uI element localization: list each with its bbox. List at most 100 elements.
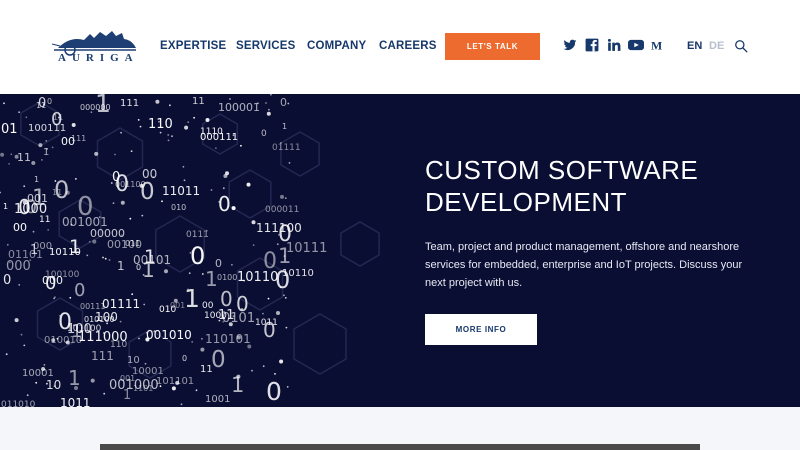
particle-dot (167, 139, 170, 142)
particle-dot (75, 178, 77, 180)
binary-digit: 1 (282, 122, 287, 131)
nav-expertise[interactable]: EXPERTISE (160, 40, 226, 52)
particle-dot (31, 161, 36, 165)
particle-dot (276, 311, 280, 315)
binary-digit: 11 (36, 101, 46, 110)
particle-dot (183, 179, 186, 182)
binary-digit: 011 (125, 239, 140, 248)
particle-dot (251, 369, 253, 372)
particle-dot (6, 243, 9, 246)
binary-digit: 000011 (265, 205, 299, 215)
binary-digit: 00000 (90, 227, 125, 240)
binary-digit: 0 (280, 96, 287, 109)
nav-services[interactable]: SERVICES (236, 40, 296, 52)
binary-digit: 1 (123, 388, 131, 403)
particle-dot (171, 386, 176, 391)
particle-dot (182, 165, 185, 168)
binary-digit: 0 (47, 97, 52, 106)
binary-digit: 110 (110, 340, 127, 350)
particle-dot (274, 373, 276, 375)
binary-digit: 1 (69, 236, 81, 258)
binary-digit: 1 (34, 175, 39, 184)
particle-dot (90, 378, 95, 383)
brand-name: AURIGA (58, 52, 139, 64)
particle-dot (279, 359, 284, 364)
svg-text:M: M (651, 38, 662, 52)
particle-dot (262, 365, 265, 368)
particle-dot (265, 102, 267, 104)
particle-dot (201, 273, 204, 275)
hero-title: CUSTOM SOFTWARE DEVELOPMENT (425, 154, 755, 218)
more-info-button[interactable]: MORE INFO (425, 314, 537, 345)
particle-dot (240, 144, 242, 147)
particle-dot (5, 353, 8, 356)
binary-digit: 101101 (156, 376, 194, 387)
particle-dot (25, 116, 28, 119)
binary-digit: 1 (231, 373, 244, 397)
lang-de[interactable]: DE (709, 40, 724, 52)
search-icon[interactable] (734, 39, 748, 53)
binary-digit: 0 (211, 347, 226, 373)
binary-digit: 1 (117, 259, 125, 273)
site-header: AURIGA EXPERTISE SERVICES COMPANY CAREER… (0, 0, 800, 94)
particle-dot (155, 99, 160, 104)
twitter-icon[interactable] (563, 38, 577, 52)
particle-dot (88, 240, 91, 243)
binary-digit: 000 (6, 259, 31, 274)
particle-dot (138, 337, 140, 340)
particle-dot (266, 111, 271, 116)
lang-en[interactable]: EN (687, 40, 702, 52)
particle-dot (43, 364, 46, 366)
particle-dot (283, 294, 285, 297)
particle-dot (129, 217, 132, 220)
particle-dot (23, 344, 26, 347)
particle-dot (287, 102, 290, 105)
particle-dot (184, 125, 189, 130)
binary-digit: 1 (144, 246, 156, 268)
particle-dot (201, 337, 203, 340)
particle-dot (0, 191, 2, 194)
linkedin-icon[interactable] (607, 38, 621, 52)
particle-dot (215, 147, 217, 149)
lets-talk-button[interactable]: LET'S TALK (445, 33, 540, 60)
particle-dot (35, 381, 38, 384)
binary-digit: 111 (91, 349, 114, 363)
binary-digit: 0 (190, 242, 205, 270)
binary-digit: 11 (53, 113, 63, 122)
binary-digit: 1 (43, 147, 49, 158)
particle-dot (18, 111, 20, 114)
facebook-icon[interactable] (585, 38, 599, 52)
particle-dot (102, 256, 104, 259)
hexagon-shape (340, 221, 380, 267)
particle-dot (23, 185, 26, 188)
particle-dot (45, 140, 48, 142)
binary-digit: 10 (46, 378, 61, 392)
binary-digit: 1 (71, 321, 82, 342)
binary-digit: 00 (202, 301, 214, 311)
binary-digit: 11 (39, 215, 50, 225)
binary-digit: 01111 (272, 143, 301, 153)
particle-dot (130, 150, 133, 153)
binary-digit: 11 (192, 96, 205, 107)
particle-dot (268, 108, 270, 111)
particle-dot (280, 194, 284, 199)
particle-dot (137, 119, 140, 121)
hero-description: Team, project and product management, of… (425, 241, 743, 289)
particle-dot (112, 202, 115, 204)
particle-dot (108, 259, 111, 261)
youtube-icon[interactable] (628, 38, 644, 52)
particle-dot (10, 153, 13, 156)
particle-dot (252, 244, 255, 247)
particle-dot (267, 297, 270, 300)
particle-dot (143, 303, 146, 306)
particle-dot (114, 153, 116, 156)
particle-dot (104, 257, 107, 260)
medium-icon[interactable]: M (651, 38, 664, 52)
particle-dot (171, 135, 173, 138)
particle-dot (284, 197, 287, 199)
particle-dot (188, 272, 191, 275)
nav-company[interactable]: COMPANY (307, 40, 366, 52)
nav-careers[interactable]: CAREERS (379, 40, 437, 52)
binary-digit: 110101 (205, 332, 251, 346)
binary-digit: 0 (218, 192, 231, 216)
